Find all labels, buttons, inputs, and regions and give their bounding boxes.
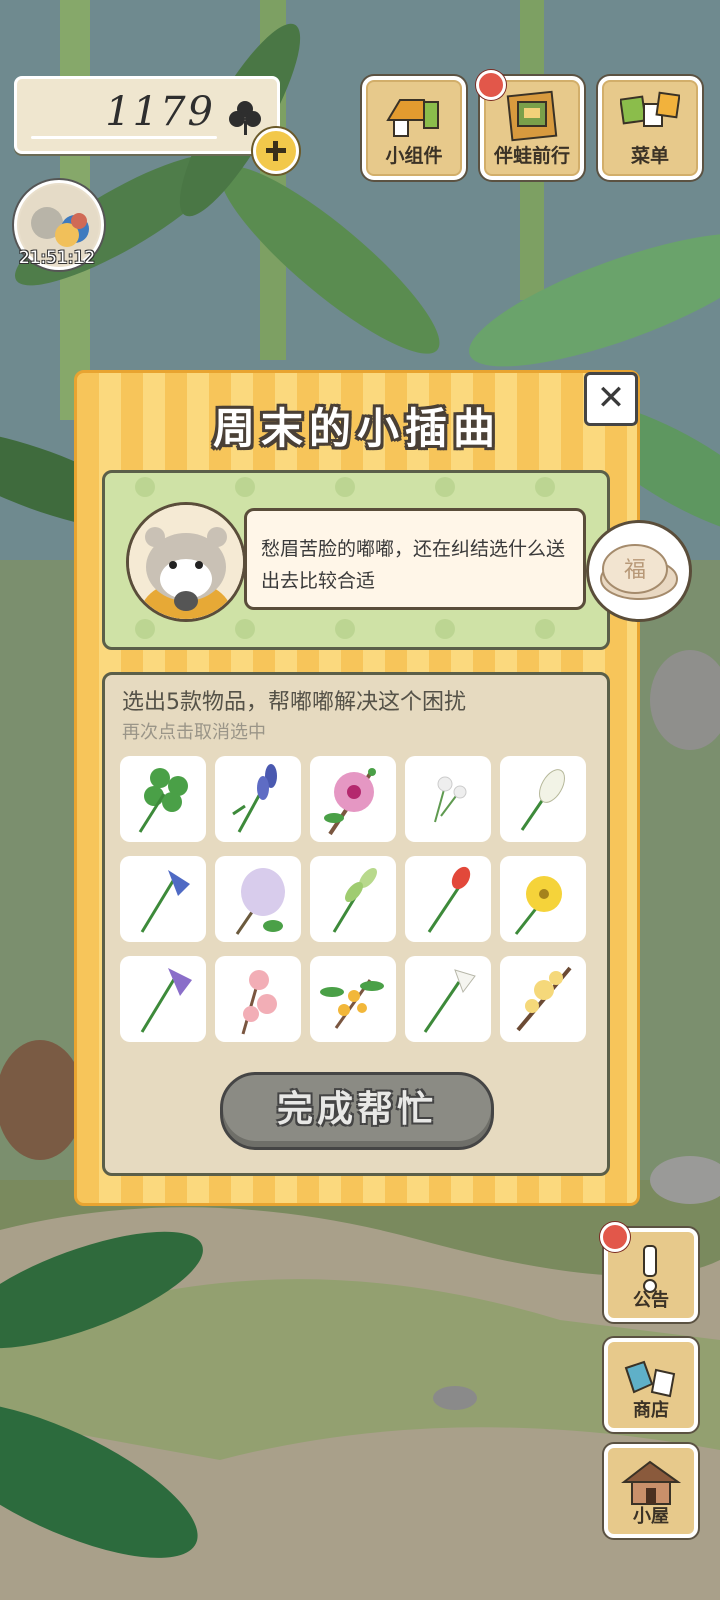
item-purple-bellflower[interactable]: [120, 956, 206, 1042]
white-hyacinth-icon: [520, 769, 565, 831]
lilac-icon: [235, 868, 285, 935]
hamster-portrait: [126, 502, 246, 622]
green-lily-icon: [332, 868, 377, 933]
speech-bubble: 愁眉苦脸的嘟嘟，还在纠结选什么送出去比较合适: [244, 508, 586, 610]
house-button[interactable]: 小屋: [604, 1444, 698, 1538]
item-peach-blossom[interactable]: [215, 956, 301, 1042]
hibiscus-icon: [324, 768, 376, 836]
item-hibiscus[interactable]: [310, 756, 396, 842]
hamster-icon: [129, 505, 243, 619]
clover-counter: 1179: [14, 76, 280, 154]
item-osmanthus[interactable]: [310, 956, 396, 1042]
house-label: 小屋: [633, 1506, 669, 1527]
travel-timer: 21:51:12: [18, 248, 96, 268]
select-instruction: 选出5款物品，帮嘟嘟解决这个困扰: [122, 690, 466, 715]
notice-badge: [600, 1222, 630, 1252]
wintersweet-icon: [516, 966, 572, 1032]
item-four-leaf-clover[interactable]: [120, 756, 206, 842]
add-clover-button[interactable]: [253, 128, 299, 174]
fortune-cookie-icon: 福: [600, 544, 678, 600]
buttercup-icon: [514, 876, 562, 935]
finish-help-button[interactable]: 完成帮忙: [220, 1072, 494, 1150]
close-icon: ✕: [596, 378, 626, 418]
item-dandelion[interactable]: [405, 756, 491, 842]
menu-button-label: 菜单: [630, 145, 669, 167]
item-green-lily[interactable]: [310, 856, 396, 942]
close-button[interactable]: ✕: [584, 372, 638, 426]
item-white-hyacinth[interactable]: [500, 756, 586, 842]
iris-icon: [232, 764, 277, 833]
menu-button[interactable]: 菜单: [598, 76, 702, 180]
svg-text:福: 福: [624, 558, 646, 583]
peach-blossom-icon: [241, 970, 277, 1035]
item-lilac[interactable]: [215, 856, 301, 942]
frog-journey-label: 伴蛙前行: [493, 145, 570, 167]
osmanthus-icon: [320, 979, 384, 1029]
dandelion-icon: [434, 776, 467, 823]
notice-label: 公告: [633, 1290, 669, 1311]
menu-icon: [620, 91, 680, 127]
deselect-hint: 再次点击取消选中: [122, 722, 266, 743]
item-bellflower[interactable]: [120, 856, 206, 942]
tulip-icon: [427, 866, 471, 933]
plus-icon: [266, 141, 286, 161]
clover-count: 1179: [105, 89, 215, 135]
white-lily-icon: [423, 969, 476, 1033]
item-iris[interactable]: [215, 756, 301, 842]
widget-icon: [386, 99, 439, 137]
purple-bellflower-icon: [140, 968, 192, 1033]
shop-button[interactable]: 商店: [604, 1338, 698, 1432]
dialog-title: 周末的小插曲: [212, 404, 501, 453]
bellflower-icon: [140, 870, 190, 933]
shop-label: 商店: [633, 1400, 669, 1421]
gift-thought-bubble: 福: [586, 520, 692, 622]
item-tulip[interactable]: [405, 856, 491, 942]
speech-text: 愁眉苦脸的嘟嘟，还在纠结选什么送出去比较合适: [261, 538, 566, 592]
frog-journey-icon: [506, 90, 558, 142]
clover-underline: [31, 136, 217, 139]
four-leaf-clover-icon: [138, 768, 188, 833]
frog-journey-badge: [476, 70, 506, 100]
item-buttercup[interactable]: [500, 856, 586, 942]
item-white-lily[interactable]: [405, 956, 491, 1042]
widget-button[interactable]: 小组件: [362, 76, 466, 180]
widget-button-label: 小组件: [385, 145, 443, 167]
item-wintersweet[interactable]: [500, 956, 586, 1042]
